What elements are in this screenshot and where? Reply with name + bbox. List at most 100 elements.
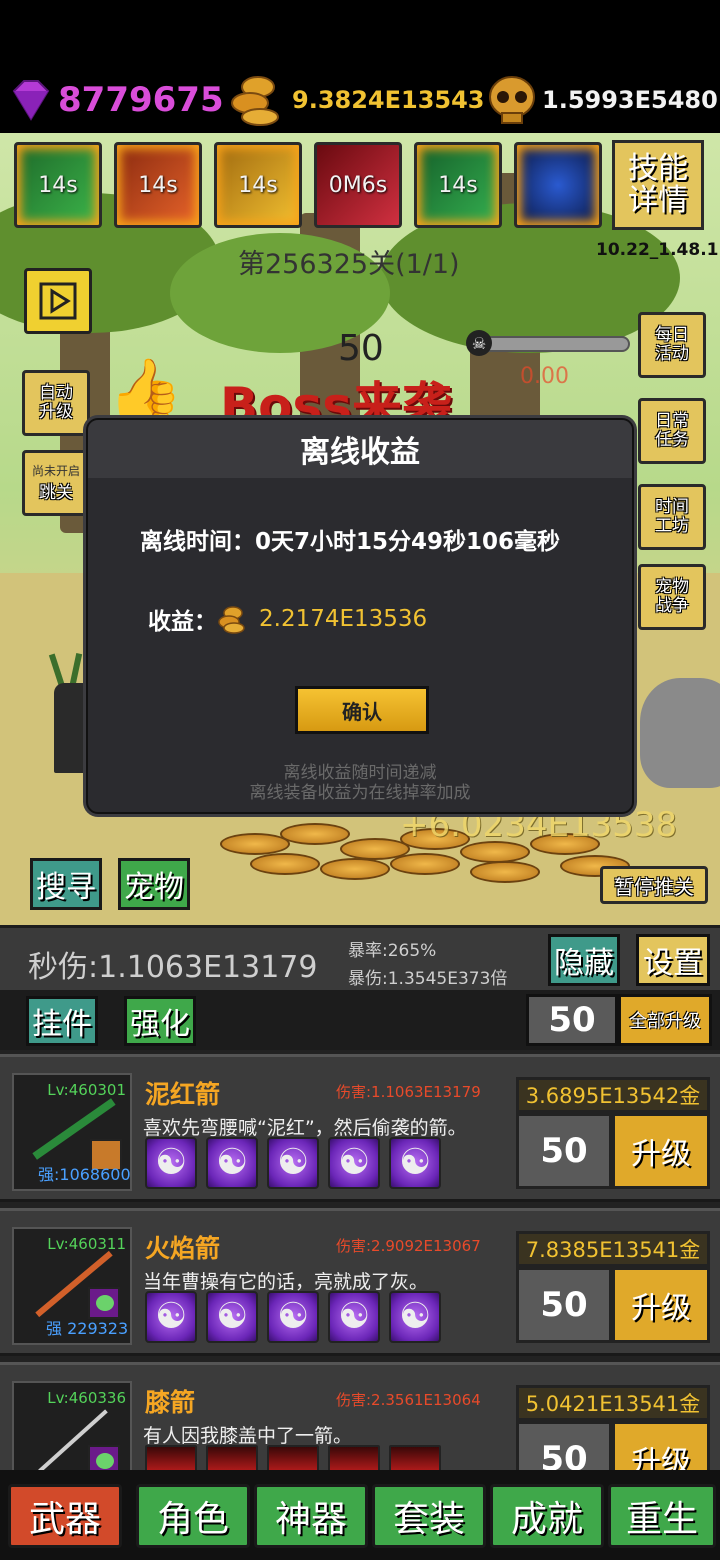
weapon-icon-slot[interactable]: Lv:460336 <box>12 1381 132 1470</box>
resource-bar: 8779675 9.3824E13543 1.5993E5480 <box>0 0 720 133</box>
boss-hp-bar <box>480 336 630 352</box>
weapon-damage: 伤害:2.9092E13067 <box>336 1237 481 1255</box>
skip-stage-button[interactable]: 尚未开启 跳关 <box>22 450 90 516</box>
yin-yang-gem-icon[interactable] <box>328 1291 380 1343</box>
skill-slot-3[interactable]: 14s <box>214 142 302 228</box>
yin-yang-gem-icon[interactable] <box>206 1291 258 1343</box>
tab-addon[interactable]: 挂件 <box>26 996 98 1046</box>
pet-label: 宠物 <box>124 870 184 905</box>
nav-weapons-label: 武器 <box>28 1499 101 1540</box>
upgrade-all-label: 全部升级 <box>629 1011 701 1032</box>
pause-label: 暂停推关 <box>614 874 694 899</box>
sub-tab-bar: 挂件 强化 50 全部升级 <box>0 990 720 1050</box>
tab-enhance[interactable]: 强化 <box>124 996 196 1046</box>
yin-yang-gem-icon[interactable] <box>267 1291 319 1343</box>
stats-bar: 秒伤:1.1063E13179 暴率:265% 暴伤:1.3545E373倍 隐… <box>0 925 720 990</box>
pet-battle-button[interactable]: 宠物战争 <box>638 564 706 630</box>
weapon-icon-slot[interactable]: Lv:460301 强:1068600 <box>12 1073 132 1191</box>
hide-button[interactable]: 隐藏 <box>548 934 620 986</box>
gem-counter: 8779675 <box>6 72 224 128</box>
dps-value: 秒伤:1.1063E13179 <box>28 950 318 985</box>
nav-sets[interactable]: 套装 <box>372 1484 486 1548</box>
skill-slot-1[interactable]: 14s <box>14 142 102 228</box>
skip-note: 尚未开启 <box>31 463 80 478</box>
nav-weapons[interactable]: 武器 <box>8 1484 122 1548</box>
skill-slot-6[interactable] <box>514 142 602 228</box>
upgrade-count[interactable]: 50 <box>516 1113 612 1189</box>
play-icon <box>39 282 77 320</box>
skill-slot-5[interactable]: 14s <box>414 142 502 228</box>
tab-addon-label: 挂件 <box>32 1007 92 1042</box>
yin-yang-gem-icon[interactable] <box>145 1137 197 1189</box>
pet-button[interactable]: 宠物 <box>118 858 190 910</box>
nav-artifact[interactable]: 神器 <box>254 1484 368 1548</box>
offline-time-value: 0天7小时15分49秒106毫秒 <box>255 529 561 555</box>
weapon-level: Lv:460336 <box>47 1389 126 1407</box>
upgrade-button[interactable]: 升级 <box>612 1421 710 1470</box>
settings-label: 设置 <box>643 946 703 981</box>
auto-upgrade-button[interactable]: 自动升级 <box>22 370 90 436</box>
time-workshop-button[interactable]: 时间工坊 <box>638 484 706 550</box>
fire-gem-icon[interactable] <box>145 1445 197 1470</box>
offline-time-label: 离线时间： <box>140 529 255 555</box>
weapon-level: Lv:460311 <box>47 1235 126 1253</box>
yin-yang-gem-icon[interactable] <box>389 1291 441 1343</box>
skill-slot-2[interactable]: 14s <box>114 142 202 228</box>
gold-counter: 9.3824E13543 <box>228 72 485 128</box>
skull-count: 1.5993E5480 <box>542 86 718 114</box>
hide-label: 隐藏 <box>554 946 614 981</box>
boss-count: 50 <box>338 328 384 369</box>
fire-gem-icon[interactable] <box>328 1445 380 1470</box>
crit-rate: 暴率:265% <box>348 941 437 961</box>
thumbs-up-icon: 👍 <box>108 355 183 425</box>
weapon-icon-slot[interactable]: Lv:460311 强 229323 <box>12 1227 132 1345</box>
weapon-damage: 伤害:2.3561E13064 <box>336 1391 481 1409</box>
skill-details-button[interactable]: 技能详情 <box>612 140 704 230</box>
yin-yang-gem-icon[interactable] <box>206 1137 258 1189</box>
confirm-button[interactable]: 确认 <box>295 686 429 734</box>
weapon-name: 火焰箭 <box>145 1234 221 1263</box>
auto-upgrade-label: 自动升级 <box>39 383 73 422</box>
settings-button[interactable]: 设置 <box>636 934 710 986</box>
search-label: 搜寻 <box>36 870 96 905</box>
gold-count: 9.3824E13543 <box>292 86 485 114</box>
green-gem-icon <box>88 1445 120 1470</box>
stage-label: 第256325关(1/1) <box>238 249 460 280</box>
yin-yang-gem-icon[interactable] <box>328 1137 380 1189</box>
upgrade-count[interactable]: 50 <box>516 1267 612 1343</box>
income-label: 收益： <box>148 609 217 635</box>
skull-icon <box>489 76 535 124</box>
yin-yang-gem-icon[interactable] <box>267 1137 319 1189</box>
weapon-strength: 强 229323 <box>46 1319 129 1338</box>
nav-sets-label: 套装 <box>392 1499 465 1540</box>
upgrade-price: 3.6895E13542金 <box>516 1077 710 1113</box>
daily-task-button[interactable]: 日常任务 <box>638 398 706 464</box>
daily-activity-button[interactable]: 每日活动 <box>638 312 706 378</box>
pause-advance-button[interactable]: 暂停推关 <box>600 866 708 904</box>
upgrade-button[interactable]: 升级 <box>612 1113 710 1189</box>
fire-gem-icon[interactable] <box>267 1445 319 1470</box>
fire-gem-icon[interactable] <box>389 1445 441 1470</box>
upgrade-button[interactable]: 升级 <box>612 1267 710 1343</box>
weapon-damage: 伤害:1.1063E13179 <box>336 1083 481 1101</box>
nav-achievements[interactable]: 成就 <box>490 1484 604 1548</box>
income-value: 2.2174E13536 <box>259 606 428 632</box>
daily-task-label: 日常任务 <box>655 411 689 450</box>
income-row: 收益： 2.2174E13536 <box>148 602 427 636</box>
skill-slot-4[interactable]: 0M6s <box>314 142 402 228</box>
skill-cooldown: 0M6s <box>328 172 388 198</box>
weapon-level: Lv:460301 <box>47 1081 126 1099</box>
batch-count: 50 <box>548 1000 596 1040</box>
upgrade-count[interactable]: 50 <box>516 1421 612 1470</box>
search-button[interactable]: 搜寻 <box>30 858 102 910</box>
upgrade-all-button[interactable]: 全部升级 <box>618 994 712 1046</box>
upgrade-price: 7.8385E13541金 <box>516 1231 710 1267</box>
play-button[interactable] <box>24 268 92 334</box>
fire-gem-icon[interactable] <box>206 1445 258 1470</box>
weapon-strength: 强:1068600 <box>38 1165 131 1184</box>
nav-character[interactable]: 角色 <box>136 1484 250 1548</box>
batch-count-selector[interactable]: 50 <box>526 994 618 1046</box>
yin-yang-gem-icon[interactable] <box>389 1137 441 1189</box>
yin-yang-gem-icon[interactable] <box>145 1291 197 1343</box>
nav-rebirth[interactable]: 重生 <box>608 1484 716 1548</box>
